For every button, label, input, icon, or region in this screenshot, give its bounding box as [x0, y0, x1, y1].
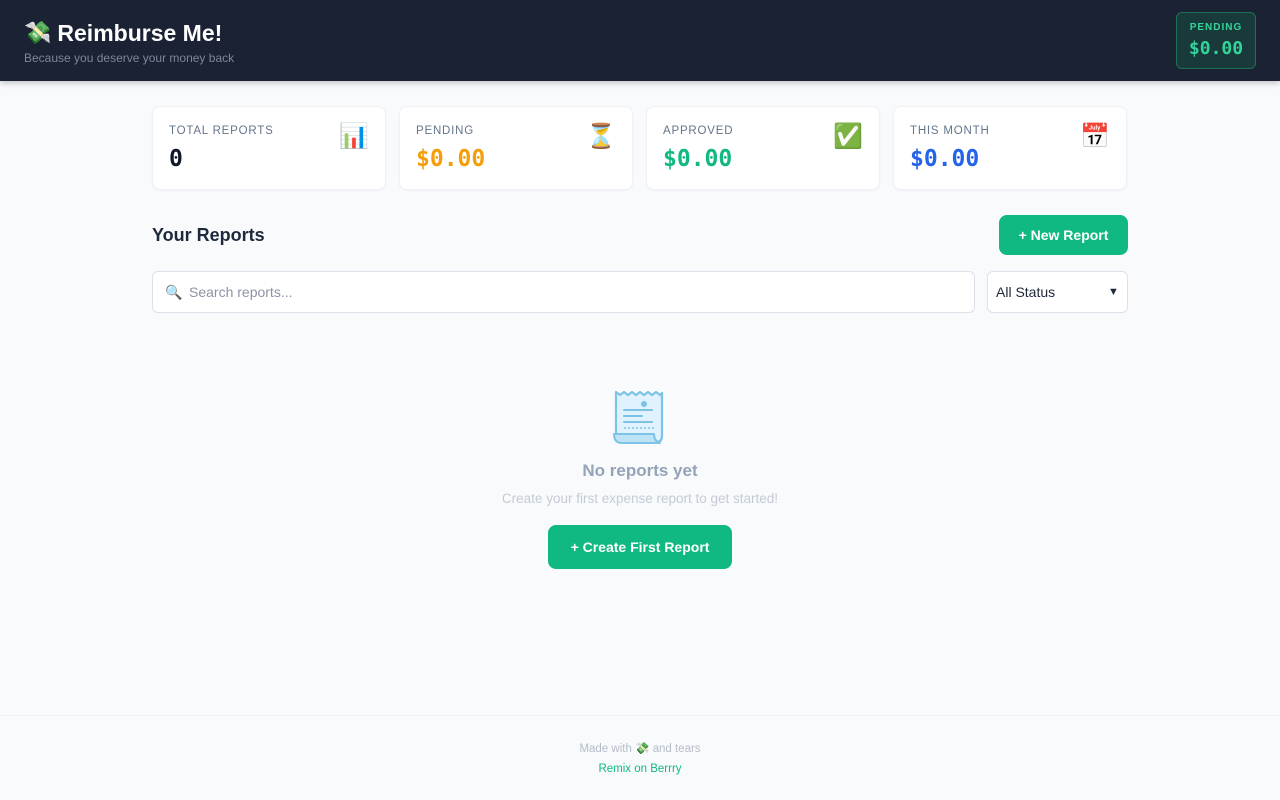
- search-icon: 🔍: [165, 284, 183, 300]
- footer: Made with 💸 and tears Remix on Berrry: [0, 715, 1280, 800]
- app-tagline: Because you deserve your money back: [24, 51, 235, 65]
- stat-card-approved: APPROVED $0.00 ✅: [646, 106, 880, 190]
- stat-label: THIS MONTH: [910, 125, 990, 137]
- app-title-text: Reimburse Me!: [57, 20, 223, 46]
- status-filter-select[interactable]: All Status: [987, 271, 1128, 313]
- footer-made-suffix: and tears: [652, 743, 701, 755]
- calendar-icon: 📅: [1080, 123, 1110, 150]
- app-header: 💸 Reimburse Me! Because you deserve your…: [0, 0, 1280, 81]
- empty-state-subtitle: Create your first expense report to get …: [501, 491, 779, 506]
- stat-card-this-month: THIS MONTH $0.00 📅: [893, 106, 1127, 190]
- stat-label: TOTAL REPORTS: [169, 125, 274, 137]
- bar-chart-icon: 📊: [339, 123, 369, 150]
- stat-label: PENDING: [416, 125, 474, 137]
- footer-made-prefix: Made with: [579, 743, 632, 755]
- footer-made-with: Made with 💸 and tears: [0, 741, 1280, 757]
- stat-card-pending: PENDING $0.00 ⏳: [399, 106, 633, 190]
- money-with-wings-icon: 💸: [24, 20, 52, 45]
- search-box[interactable]: 🔍: [152, 271, 975, 313]
- stat-value: $0.00: [416, 146, 486, 172]
- reports-section-title: Your Reports: [152, 225, 265, 245]
- stat-label: APPROVED: [663, 125, 734, 137]
- search-input[interactable]: [189, 272, 969, 312]
- pending-total-badge: PENDING $0.00: [1176, 12, 1256, 69]
- remix-link[interactable]: Remix on Berrry: [0, 761, 1280, 777]
- app-title: 💸 Reimburse Me!: [24, 18, 234, 48]
- money-with-wings-icon: 💸: [635, 743, 650, 755]
- stat-value: $0.00: [910, 146, 980, 172]
- brand: 💸 Reimburse Me! Because you deserve your…: [24, 18, 234, 65]
- empty-state-title: No reports yet: [582, 461, 698, 480]
- receipt-icon: [613, 390, 664, 444]
- pending-badge-label: PENDING: [1189, 22, 1243, 33]
- check-mark-icon: ✅: [833, 123, 863, 150]
- hourglass-icon: ⏳: [586, 123, 616, 150]
- stat-card-total-reports: TOTAL REPORTS 0 📊: [152, 106, 386, 190]
- stat-value: $0.00: [663, 146, 733, 172]
- stat-value: 0: [169, 146, 183, 172]
- pending-badge-amount: $0.00: [1188, 38, 1244, 59]
- new-report-button[interactable]: + New Report: [999, 215, 1128, 255]
- create-first-report-button[interactable]: + Create First Report: [548, 525, 732, 569]
